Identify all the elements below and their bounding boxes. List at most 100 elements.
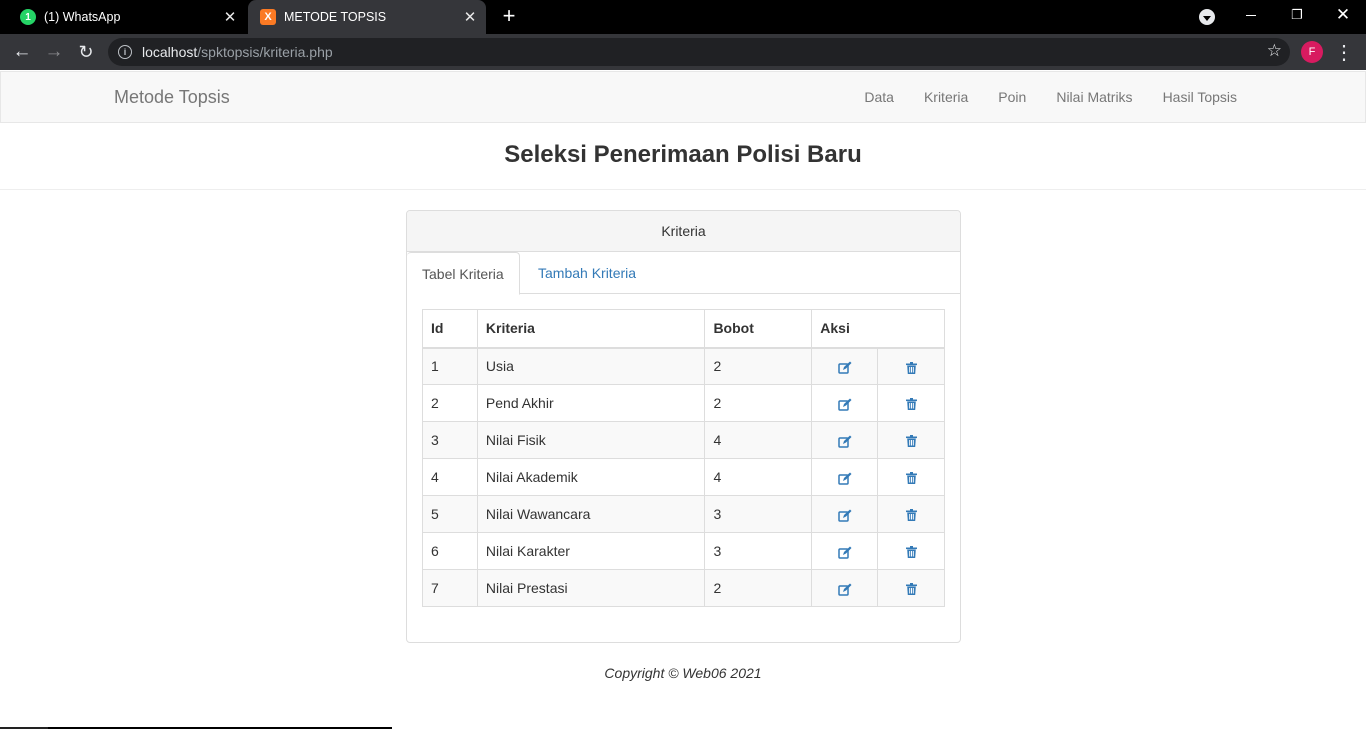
cell-id: 6 (422, 532, 478, 570)
header-kriteria: Kriteria (476, 309, 706, 349)
cell-delete (877, 569, 945, 607)
trash-icon[interactable] (905, 432, 917, 448)
cell-id: 2 (422, 384, 478, 422)
nav-link-poin[interactable]: Poin (983, 72, 1041, 122)
cell-kriteria: Nilai Fisik (476, 421, 706, 459)
edit-icon[interactable] (837, 580, 852, 596)
browser-toolbar: ← → ↻ i localhost/spktopsis/kriteria.php… (0, 34, 1366, 70)
table-body: 1 Usia 2 2 Pend Akhir 2 3 Nilai Fisik 4 4 Nilai Ak… (422, 347, 945, 607)
url-host: localhost (142, 44, 198, 60)
table-row: 2 Pend Akhir 2 (422, 384, 945, 422)
trash-icon[interactable] (905, 580, 917, 596)
reload-icon[interactable]: ↻ (72, 38, 100, 66)
address-bar[interactable]: i localhost/spktopsis/kriteria.php ☆ (108, 38, 1290, 66)
back-arrow-icon[interactable]: ← (8, 38, 36, 66)
cell-delete (877, 458, 945, 496)
cell-bobot: 3 (704, 495, 813, 533)
cell-delete (877, 532, 945, 570)
cell-edit (811, 384, 879, 422)
table-header-row: Id Kriteria Bobot Aksi (422, 309, 945, 349)
cell-bobot: 4 (704, 421, 813, 459)
navbar-brand[interactable]: Metode Topsis (114, 87, 230, 108)
tab-title: METODE TOPSIS (284, 10, 387, 24)
panel-heading: Kriteria (407, 211, 960, 252)
trash-icon[interactable] (905, 543, 917, 559)
edit-icon[interactable] (837, 469, 852, 485)
browser-menu-icon[interactable]: ⋮ (1334, 38, 1354, 66)
edit-icon[interactable] (837, 395, 852, 411)
cell-kriteria: Usia (476, 347, 706, 385)
nav-link-data[interactable]: Data (849, 72, 909, 122)
cell-id: 3 (422, 421, 478, 459)
cell-delete (877, 347, 945, 385)
restore-button[interactable]: ❐ (1274, 0, 1320, 30)
table-row: 1 Usia 2 (422, 347, 945, 385)
cell-kriteria: Nilai Prestasi (476, 569, 706, 607)
nav-link-kriteria[interactable]: Kriteria (909, 72, 983, 122)
tab-search-icon[interactable] (1199, 9, 1215, 25)
browser-tab-whatsapp[interactable]: 1 (1) WhatsApp ✕ (0, 0, 246, 34)
edit-icon[interactable] (837, 506, 852, 522)
cell-bobot: 2 (704, 569, 813, 607)
trash-icon[interactable] (905, 395, 917, 411)
header-aksi: Aksi (811, 309, 945, 349)
edit-icon[interactable] (837, 432, 852, 448)
table-row: 7 Nilai Prestasi 2 (422, 569, 945, 607)
bookmark-star-icon[interactable]: ☆ (1267, 41, 1282, 61)
cell-delete (877, 495, 945, 533)
whatsapp-icon: 1 (20, 9, 36, 25)
tab-tambah-kriteria[interactable]: Tambah Kriteria (523, 252, 651, 294)
table-row: 5 Nilai Wawancara 3 (422, 495, 945, 533)
cell-delete (877, 421, 945, 459)
edit-icon[interactable] (837, 543, 852, 559)
cell-bobot: 4 (704, 458, 813, 496)
cell-edit (811, 495, 879, 533)
url-path: /spktopsis/kriteria.php (197, 44, 333, 60)
cell-bobot: 2 (704, 384, 813, 422)
cell-kriteria: Pend Akhir (476, 384, 706, 422)
minimize-button[interactable] (1228, 0, 1274, 30)
footer-copyright: Copyright © Web06 2021 (604, 665, 762, 681)
table-row: 4 Nilai Akademik 4 (422, 458, 945, 496)
header-id: Id (422, 309, 478, 349)
trash-icon[interactable] (905, 506, 917, 522)
cell-id: 4 (422, 458, 478, 496)
nav-link-nilai-matriks[interactable]: Nilai Matriks (1041, 72, 1147, 122)
cell-edit (811, 421, 879, 459)
table-row: 6 Nilai Karakter 3 (422, 532, 945, 570)
cell-id: 7 (422, 569, 478, 607)
tab-tabel-kriteria[interactable]: Tabel Kriteria (407, 252, 520, 295)
close-tab-icon[interactable]: ✕ (222, 9, 238, 26)
browser-tab-metode-topsis[interactable]: X METODE TOPSIS ✕ (248, 0, 486, 34)
page-title: Seleksi Penerimaan Polisi Baru (504, 141, 862, 168)
close-tab-icon[interactable]: ✕ (462, 9, 478, 26)
site-navbar: Metode Topsis Data Kriteria Poin Nilai M… (0, 71, 1366, 123)
trash-icon[interactable] (905, 358, 917, 374)
window-close-button[interactable]: ✕ (1320, 0, 1366, 30)
cell-edit (811, 347, 879, 385)
nav-link-hasil-topsis[interactable]: Hasil Topsis (1148, 72, 1252, 122)
cell-edit (811, 569, 879, 607)
kriteria-table: Id Kriteria Bobot Aksi 1 Usia 2 2 Pend Akhir… (422, 309, 945, 607)
cell-bobot: 3 (704, 532, 813, 570)
table-row: 3 Nilai Fisik 4 (422, 421, 945, 459)
cell-bobot: 2 (704, 347, 813, 385)
new-tab-button[interactable]: + (498, 5, 520, 28)
url-text[interactable]: localhost/spktopsis/kriteria.php (142, 44, 333, 60)
cell-id: 1 (422, 347, 478, 385)
cell-kriteria: Nilai Karakter (476, 532, 706, 570)
cell-id: 5 (422, 495, 478, 533)
xampp-icon: X (260, 9, 276, 25)
edit-icon[interactable] (837, 358, 852, 374)
header-bobot: Bobot (704, 309, 813, 349)
panel-tabs: Tabel Kriteria Tambah Kriteria (407, 252, 960, 295)
cell-edit (811, 532, 879, 570)
profile-avatar[interactable]: F (1301, 41, 1323, 63)
cell-edit (811, 458, 879, 496)
tab-title: (1) WhatsApp (44, 10, 121, 24)
site-info-icon[interactable]: i (118, 45, 132, 59)
browser-tabstrip: 1 (1) WhatsApp ✕ X METODE TOPSIS ✕ + ❐ ✕ (0, 0, 1366, 34)
cell-delete (877, 384, 945, 422)
forward-arrow-icon[interactable]: → (40, 38, 68, 66)
trash-icon[interactable] (905, 469, 917, 485)
